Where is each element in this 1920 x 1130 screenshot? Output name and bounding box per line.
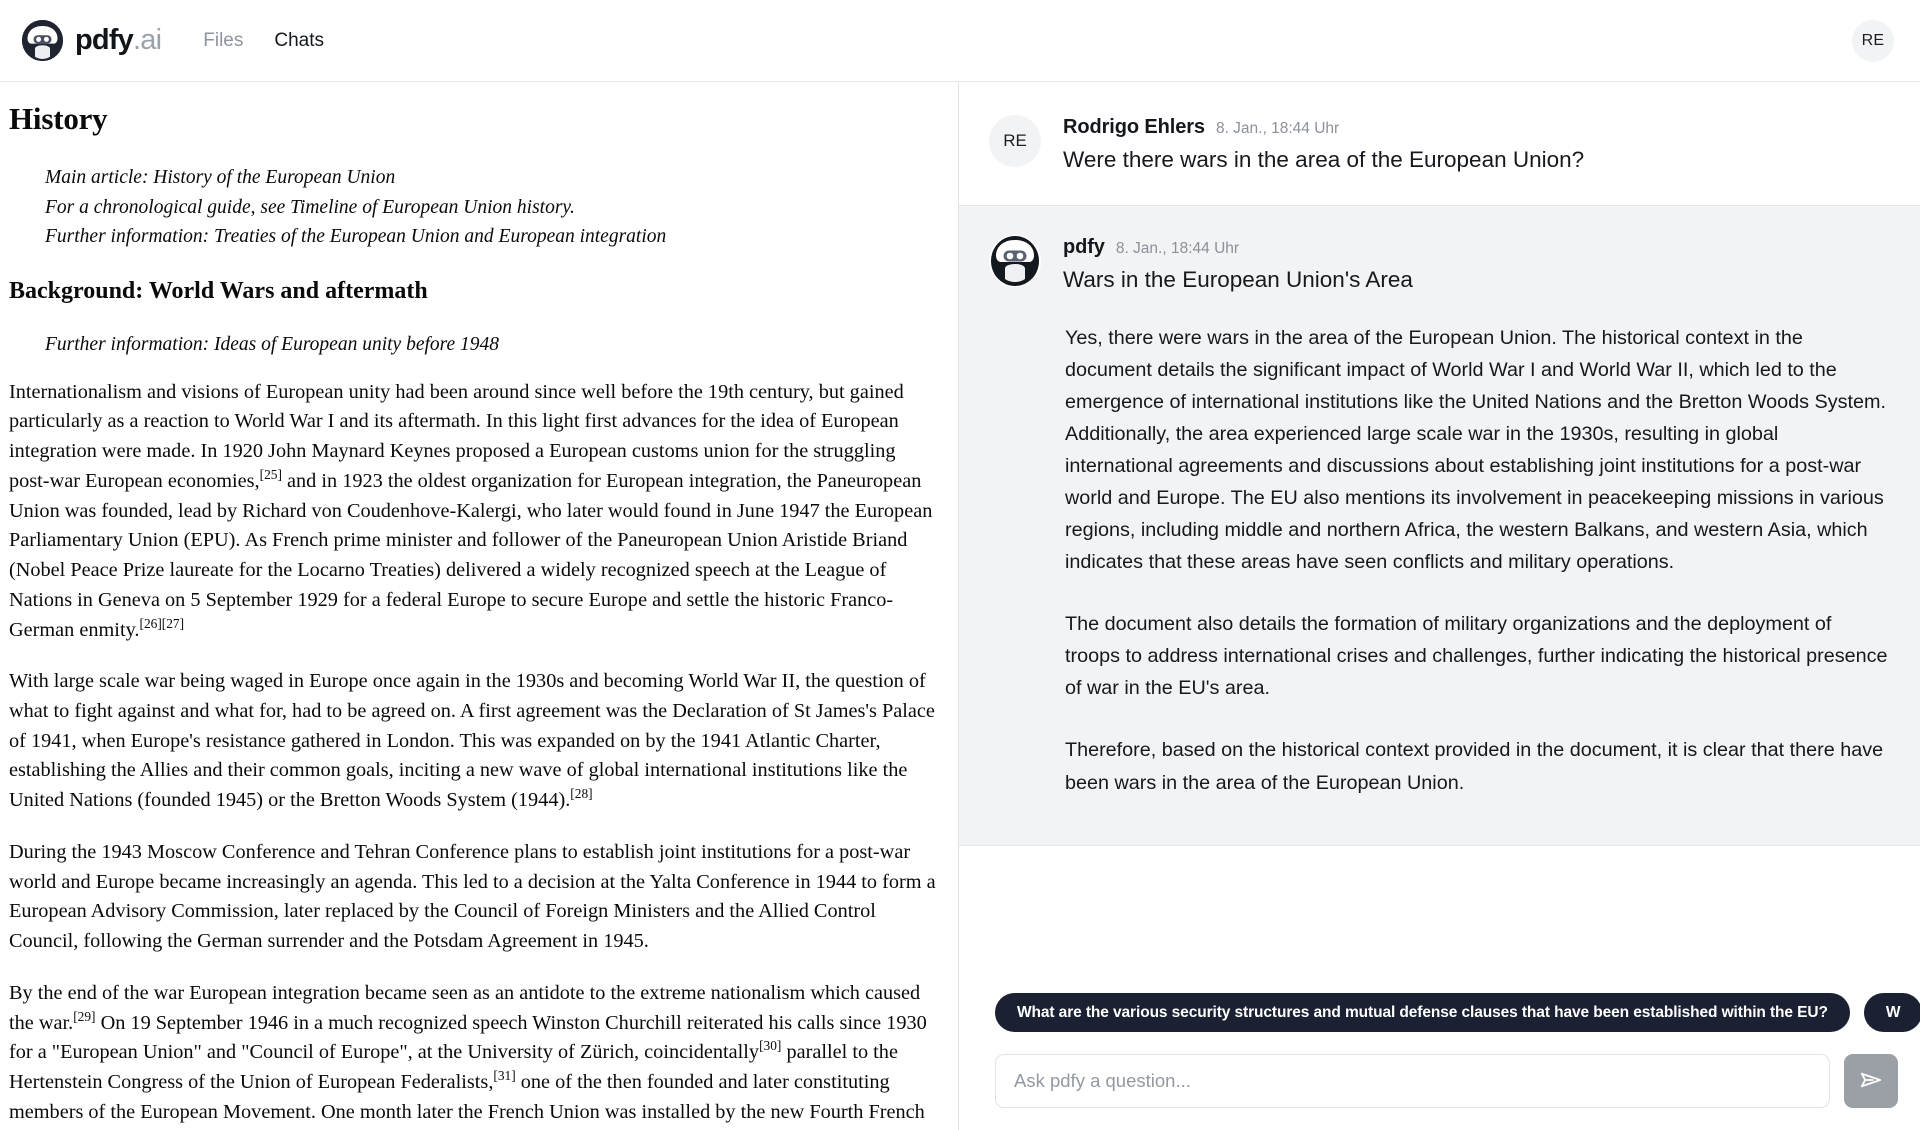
chat-message-user: RE Rodrigo Ehlers 8. Jan., 18:44 Uhr Wer… [959,82,1920,206]
document-bottom-fade [0,1124,958,1130]
user-avatar[interactable]: RE [1852,19,1894,62]
document-paragraph: During the 1943 Moscow Conference and Te… [9,840,936,953]
assistant-message-header: pdfy 8. Jan., 18:44 Uhr [1063,236,1890,259]
message-author-name: pdfy [1063,236,1105,259]
document-note-ideas-of-unity: Further information: Ideas of European u… [45,333,500,355]
message-timestamp: 8. Jan., 18:44 Uhr [1115,240,1240,258]
user-message-text: Were there wars in the area of the Europ… [1063,147,1585,172]
assistant-message-body: pdfy 8. Jan., 18:44 Uhr Wars in the Euro… [1063,235,1890,798]
assistant-answer-paragraph: Therefore, based on the historical conte… [1065,739,1884,794]
message-timestamp: 8. Jan., 18:44 Uhr [1215,120,1340,137]
document-viewer-pane[interactable]: History Main article: History of the Eur… [0,82,959,1130]
document-paragraph: Internationalism and visions of European… [9,380,933,641]
document-top-notes: Main article: History of the European Un… [9,163,936,252]
composer: What are the various security structures… [959,970,1920,1130]
main-split-layout: History Main article: History of the Eur… [0,82,1920,1130]
document-section-heading: Background: World Wars and aftermath [9,278,428,305]
brand-wordmark: pdfy.ai [75,24,162,56]
composer-input-row [959,1054,1920,1108]
pdfy-robot-avatar-icon [989,235,1041,288]
suggested-questions-row[interactable]: What are the various security structures… [959,992,1920,1054]
brand-suffix: .ai [133,24,162,56]
chat-message-assistant: pdfy 8. Jan., 18:44 Uhr Wars in the Euro… [959,205,1920,846]
user-message-header: Rodrigo Ehlers 8. Jan., 18:44 Uhr [1063,116,1890,139]
suggestion-chip[interactable]: W [1863,992,1920,1032]
document-paragraph: By the end of the war European integrati… [9,981,927,1123]
chat-message-list[interactable]: RE Rodrigo Ehlers 8. Jan., 18:44 Uhr Wer… [959,82,1920,971]
nav-link-files[interactable]: Files [203,31,243,50]
document-content: History Main article: History of the Eur… [0,82,958,1130]
suggestion-chip[interactable]: What are the various security structures… [995,992,1850,1032]
app-root: pdfy.ai Files Chats RE History Main arti… [0,0,1920,1130]
send-button[interactable] [1844,1054,1898,1108]
document-note-further-information: Further information: Treaties of the Eur… [45,226,667,248]
document-spacer [9,364,936,378]
brand-name: pdfy [75,24,134,56]
chat-input[interactable] [995,1054,1830,1108]
document-paragraph: With large scale war being waged in Euro… [9,670,935,812]
message-author-name: Rodrigo Ehlers [1063,116,1205,138]
brand-logo[interactable]: pdfy.ai [22,20,162,61]
send-paper-plane-icon [1858,1067,1884,1096]
pdfy-robot-logo-icon [22,20,63,61]
user-message-body: Rodrigo Ehlers 8. Jan., 18:44 Uhr Were t… [1063,115,1890,175]
assistant-answer-paragraph: The document also details the formation … [1065,613,1888,700]
document-note-main-article: Main article: History of the European Un… [45,166,396,188]
top-navigation-bar: pdfy.ai Files Chats RE [0,0,1920,82]
nav-link-chats[interactable]: Chats [274,31,324,50]
chat-pane: RE Rodrigo Ehlers 8. Jan., 18:44 Uhr Wer… [959,82,1920,1130]
primary-nav: Files Chats [203,31,324,50]
document-title: History [9,101,108,136]
user-message-avatar: RE [989,115,1041,167]
assistant-answer-title: Wars in the European Union's Area [1063,267,1413,293]
assistant-answer-paragraph: Yes, there were wars in the area of the … [1065,326,1887,574]
document-note-chronological-guide: For a chronological guide, see Timeline … [45,196,575,218]
document-section-notes: Further information: Ideas of European u… [9,330,936,360]
